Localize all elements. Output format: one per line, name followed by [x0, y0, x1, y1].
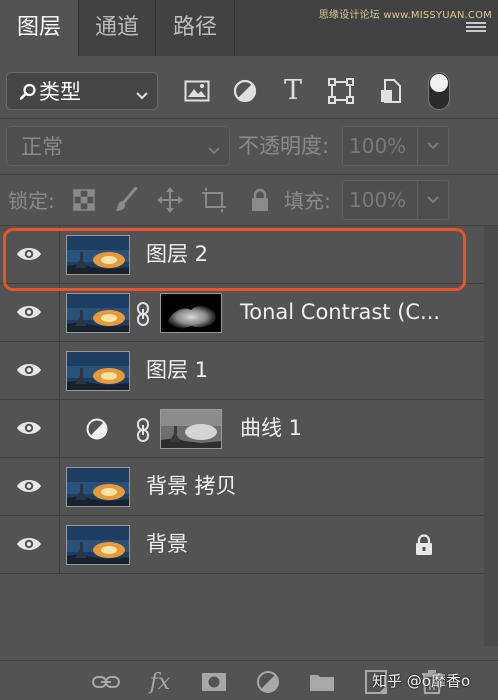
adjustment-layer-icon	[86, 418, 108, 440]
layer-name[interactable]: 背景 拷贝	[146, 458, 237, 515]
type-filter-icon[interactable]: T	[278, 76, 308, 106]
fx-label: fx	[149, 669, 171, 695]
eye-icon	[17, 480, 41, 492]
layer-thumbnail[interactable]	[66, 525, 130, 565]
adjustment-filter-icon[interactable]	[230, 76, 260, 106]
layer-name[interactable]: 背景	[146, 516, 188, 573]
layer-thumbnail[interactable]	[66, 351, 130, 391]
tab-divider	[234, 0, 235, 56]
lock-image-pixels-icon[interactable]	[112, 186, 140, 214]
visibility-cell[interactable]	[0, 342, 60, 399]
blend-mode-select[interactable]: 正常	[6, 126, 230, 166]
opacity-input[interactable]: 100%	[342, 126, 418, 166]
shape-filter-icon[interactable]	[326, 76, 356, 106]
divider	[0, 118, 498, 119]
layer-name[interactable]: Tonal Contrast (C...	[240, 284, 440, 341]
filter-toggle-switch[interactable]	[428, 72, 450, 110]
site-watermark: 思缘设计论坛 www.MISSYUAN.COM	[318, 10, 492, 21]
link-chain-icon	[137, 302, 149, 326]
layer-row[interactable]: 图层 1	[0, 342, 484, 400]
tab-channels[interactable]: 通道	[79, 0, 155, 56]
add-mask-icon[interactable]	[200, 669, 228, 695]
fx-icon[interactable]: fx	[146, 669, 174, 695]
blend-mode-value: 正常	[21, 135, 63, 159]
eye-icon	[17, 364, 41, 376]
layer-row[interactable]: Tonal Contrast (C...	[0, 284, 484, 342]
smart-object-filter-icon[interactable]	[376, 76, 406, 106]
eye-icon	[17, 538, 41, 550]
divider	[0, 174, 498, 175]
visibility-cell[interactable]	[0, 400, 60, 457]
new-adjustment-icon[interactable]	[254, 669, 282, 695]
layer-row[interactable]: 背景 拷贝	[0, 458, 484, 516]
eye-icon	[17, 306, 41, 318]
layer-name[interactable]: 曲线 1	[240, 400, 302, 457]
layer-row[interactable]: 背景	[0, 516, 484, 574]
layer-row[interactable]: 曲线 1	[0, 400, 484, 458]
opacity-label: 不透明度:	[238, 134, 330, 158]
panel-menu-icon[interactable]	[466, 22, 486, 36]
fill-label: 填充:	[284, 189, 331, 213]
tab-paths[interactable]: 路径	[156, 0, 234, 56]
visibility-cell[interactable]	[0, 458, 60, 515]
layer-mask-thumbnail[interactable]	[160, 293, 222, 333]
eye-icon	[17, 422, 41, 434]
opacity-dropdown-button[interactable]	[417, 126, 449, 166]
fill-dropdown-button[interactable]	[417, 180, 449, 220]
lock-artboard-icon[interactable]	[200, 186, 228, 214]
layer-mask-thumbnail[interactable]	[160, 409, 222, 449]
layers-scrollbar[interactable]	[484, 226, 498, 646]
new-group-icon[interactable]	[308, 669, 336, 695]
visibility-cell[interactable]	[0, 284, 60, 341]
chevron-down-icon	[207, 141, 221, 160]
image-filter-icon[interactable]	[182, 76, 212, 106]
chevron-down-icon	[135, 86, 149, 105]
layer-name[interactable]: 图层 1	[146, 342, 208, 399]
lock-label: 锁定:	[8, 189, 55, 213]
filter-type-label: 类型	[39, 80, 81, 104]
fill-input[interactable]: 100%	[342, 180, 418, 220]
chevron-down-icon	[427, 142, 439, 150]
chevron-down-icon	[427, 196, 439, 204]
layer-filter-select[interactable]: 类型	[6, 72, 158, 110]
layer-thumbnail[interactable]	[66, 293, 130, 333]
source-credit-watermark: 知乎 @o靡香o	[372, 672, 471, 690]
layers-bottom-toolbar: fx 知乎 @o靡香o	[0, 660, 498, 700]
link-layers-icon[interactable]	[92, 669, 120, 695]
toggle-knob	[430, 74, 448, 92]
lock-all-icon[interactable]	[246, 186, 274, 214]
panel-tab-bar: 图层 通道 路径 思缘设计论坛 www.MISSYUAN.COM	[0, 0, 498, 56]
lock-transparent-pixels-icon[interactable]	[70, 186, 98, 214]
layer-lock-icon	[416, 534, 432, 555]
tab-layers[interactable]: 图层	[0, 0, 78, 56]
search-icon	[19, 83, 37, 105]
visibility-cell[interactable]	[0, 516, 60, 573]
link-chain-icon	[137, 418, 149, 442]
type-filter-glyph: T	[283, 75, 302, 106]
layer-thumbnail[interactable]	[66, 467, 130, 507]
lock-position-icon[interactable]	[156, 186, 184, 214]
selected-layer-highlight	[3, 228, 466, 291]
